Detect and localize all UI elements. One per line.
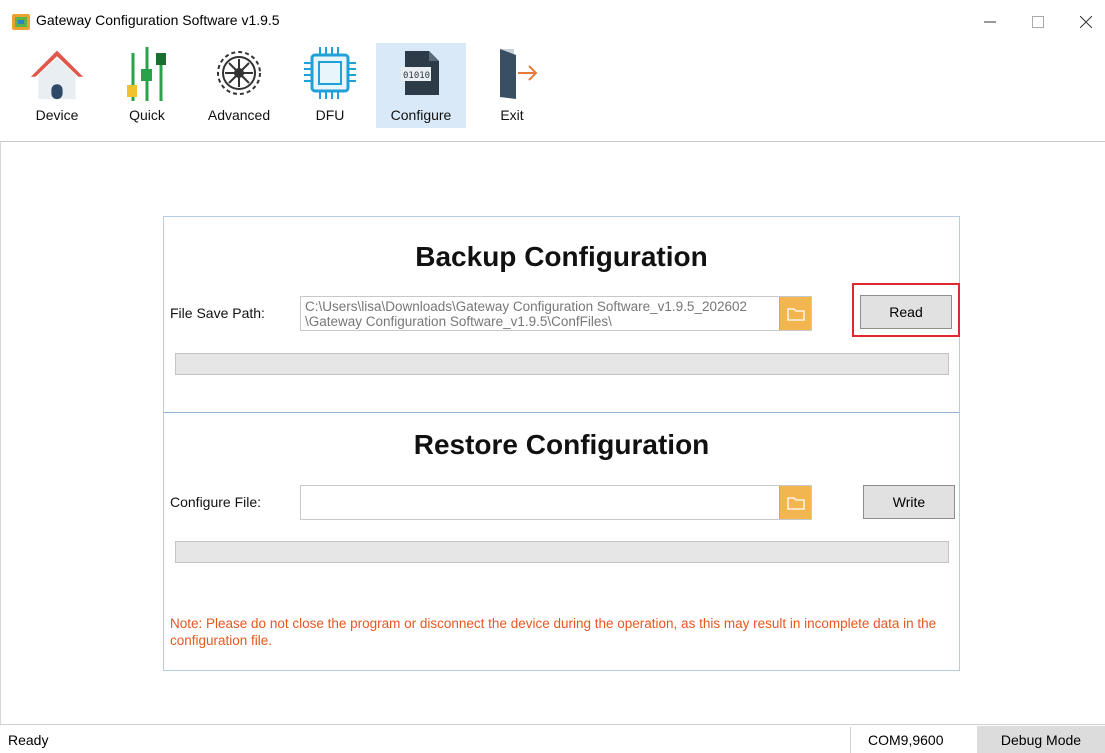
toolbar-label-exit: Exit	[500, 107, 524, 123]
window-title: Gateway Configuration Software v1.9.5	[36, 12, 280, 28]
house-icon	[29, 45, 85, 101]
app-logo-icon	[12, 14, 30, 30]
file-save-path-line1: C:\Users\lisa\Downloads\Gateway Configur…	[305, 299, 747, 314]
backup-heading: Backup Configuration	[415, 241, 708, 272]
toolbar-advanced-button[interactable]: Advanced	[194, 43, 284, 128]
toolbar-configure-button[interactable]: 01010 Configure	[376, 43, 466, 128]
binary-file-icon: 01010	[393, 45, 449, 101]
configure-file-field[interactable]	[300, 485, 812, 520]
exit-door-icon	[484, 45, 540, 101]
chip-icon	[302, 45, 358, 101]
browse-configure-file-button[interactable]	[779, 486, 811, 519]
status-bar: Ready COM9,9600 Debug Mode	[0, 724, 1105, 753]
com-port-indicator: COM9,9600	[868, 732, 944, 748]
toolbar-label-advanced: Advanced	[207, 107, 271, 123]
folder-icon	[786, 307, 805, 321]
minimize-button[interactable]	[970, 8, 1010, 36]
toolbar-device-button[interactable]: Device	[12, 43, 102, 128]
svg-text:01010: 01010	[403, 71, 430, 81]
toolbar-quick-button[interactable]: Quick	[102, 43, 192, 128]
file-save-path-field[interactable]: C:\Users\lisa\Downloads\Gateway Configur…	[300, 296, 812, 331]
toolbar-label-dfu: DFU	[315, 107, 345, 123]
maximize-button[interactable]	[1018, 8, 1058, 36]
configure-file-label: Configure File:	[170, 494, 262, 510]
toolbar-label-configure: Configure	[390, 107, 452, 123]
configuration-panel: Backup Configuration File Save Path: C:\…	[163, 216, 960, 671]
toolbar-dfu-button[interactable]: DFU	[285, 43, 375, 128]
write-button[interactable]: Write	[863, 485, 955, 519]
sliders-icon	[119, 45, 175, 101]
browse-save-path-button[interactable]	[779, 297, 811, 330]
title-bar: Gateway Configuration Software v1.9.5	[0, 0, 1105, 40]
maximize-icon	[1032, 16, 1044, 28]
toolbar-divider	[0, 141, 1105, 142]
warning-note: Note: Please do not close the program or…	[170, 616, 937, 648]
toolbar-label-quick: Quick	[129, 107, 165, 123]
file-save-path-line2: \Gateway Configuration Software_v1.9.5\C…	[305, 314, 612, 329]
restore-progress-bar	[175, 541, 949, 563]
section-divider	[164, 412, 959, 413]
gear-icon	[211, 45, 267, 101]
debug-mode-button[interactable]: Debug Mode	[977, 726, 1105, 753]
read-button[interactable]: Read	[860, 295, 952, 329]
toolbar-label-device: Device	[35, 107, 79, 123]
status-divider	[850, 727, 851, 753]
file-save-path-value: C:\Users\lisa\Downloads\Gateway Configur…	[305, 299, 780, 329]
backup-progress-bar	[175, 353, 949, 375]
restore-heading: Restore Configuration	[413, 429, 710, 460]
status-text: Ready	[8, 732, 49, 748]
file-save-path-label: File Save Path:	[170, 305, 265, 321]
minimize-icon	[984, 21, 996, 23]
left-border	[0, 142, 1, 724]
app-window: Gateway Configuration Software v1.9.5 De…	[0, 0, 1105, 753]
close-button[interactable]	[1066, 8, 1105, 36]
toolbar-exit-button[interactable]: Exit	[467, 43, 557, 128]
close-icon	[1080, 16, 1092, 28]
folder-icon	[786, 496, 805, 510]
main-toolbar: Device Quick Advanced DFU 01010 Configur…	[0, 40, 1105, 132]
